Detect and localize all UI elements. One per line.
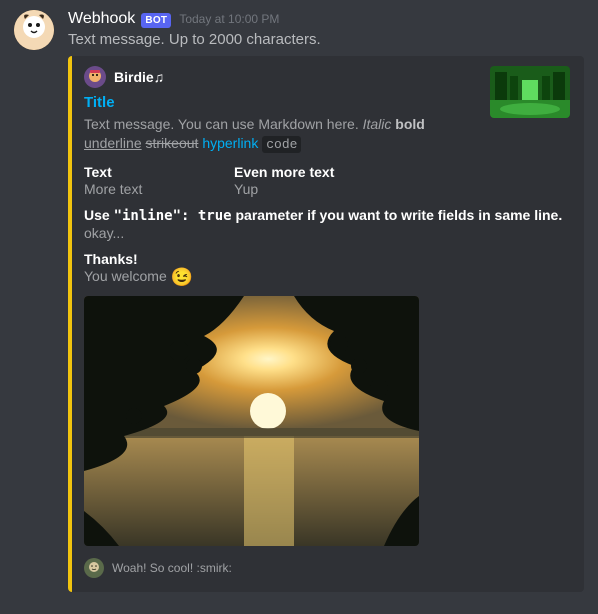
field-value: Yup [234,181,354,197]
desc-italic: Italic [363,116,392,132]
desc-hyperlink[interactable]: hyperlink [202,135,258,151]
message-content: Webhook BOT Today at 10:00 PM Text messa… [68,10,584,592]
embed-footer: Woah! So cool! :smirk: [84,558,570,578]
bot-tag: BOT [141,13,171,28]
field-value: okay... [84,225,570,241]
wink-emoji: 😉 [171,268,193,286]
embed-field: Even more text Yup [234,164,354,197]
embed-image[interactable] [84,296,419,546]
field-name: Use "inline": true parameter if you want… [84,207,570,224]
timestamp: Today at 10:00 PM [179,12,279,26]
desc-underline: underline [84,135,142,151]
embed-author-icon [84,66,106,88]
embed-thumbnail[interactable] [490,66,570,118]
field-value: More text [84,181,204,197]
desc-bold: bold [395,116,425,132]
inline-code: "inline": true [114,208,232,224]
field-name: Text [84,164,204,180]
embed: Birdie♫ Title Text message. You can use … [68,56,584,591]
embed-title[interactable]: Title [84,94,476,111]
embed-author[interactable]: Birdie♫ [84,66,476,88]
text: parameter if you want to write fields in… [232,207,563,223]
desc-code: code [262,136,301,153]
field-name: Thanks! [84,251,570,267]
embed-field: Thanks! You welcome 😉 [84,251,570,286]
embed-description: Text message. You can use Markdown here.… [84,115,476,153]
footer-text: Woah! So cool! :smirk: [112,561,232,575]
embed-author-name: Birdie♫ [114,69,164,85]
author-name[interactable]: Webhook [68,10,135,28]
footer-icon [84,558,104,578]
field-value: You welcome 😉 [84,268,570,286]
desc-text: Text message. You can use Markdown here. [84,116,363,132]
text: You welcome [84,268,171,284]
embed-fields-inline: Text More text Even more text Yup [84,164,570,197]
text: Use [84,207,114,223]
message-header: Webhook BOT Today at 10:00 PM [68,10,584,28]
desc-strike: strikeout [146,135,199,151]
message-text: Text message. Up to 2000 characters. [68,30,584,50]
embed-field: Use "inline": true parameter if you want… [84,207,570,241]
message: Webhook BOT Today at 10:00 PM Text messa… [14,10,584,592]
embed-field: Text More text [84,164,204,197]
field-name: Even more text [234,164,354,180]
avatar[interactable] [14,10,54,50]
